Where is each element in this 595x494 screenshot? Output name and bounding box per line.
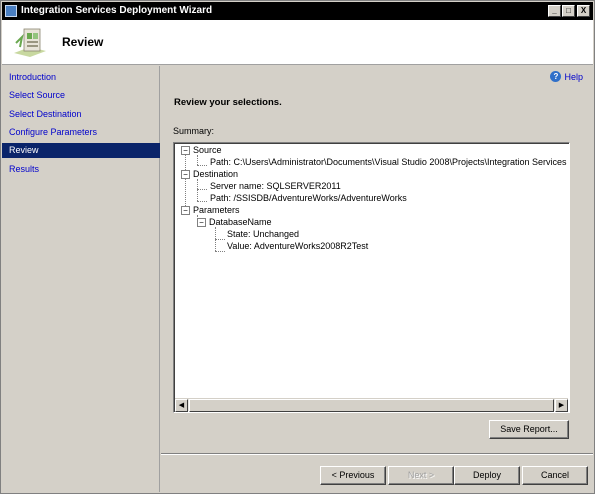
maximize-button[interactable]: □	[562, 5, 575, 17]
collapse-toggle-parameters[interactable]: −	[181, 206, 190, 215]
wizard-window: Integration Services Deployment Wizard _…	[0, 0, 595, 494]
sidebar-item-results[interactable]: Results	[2, 162, 160, 177]
tree-connector	[197, 155, 198, 165]
title-bar[interactable]: Integration Services Deployment Wizard _…	[2, 2, 593, 20]
horizontal-scrollbar[interactable]: ◀ ▶	[175, 398, 568, 412]
footer-divider	[161, 453, 593, 455]
tree-connector	[197, 201, 207, 202]
collapse-toggle-source[interactable]: −	[181, 146, 190, 155]
help-link[interactable]: ? Help	[550, 71, 583, 82]
app-icon	[5, 5, 17, 17]
help-label: Help	[564, 71, 583, 82]
sidebar-item-review[interactable]: Review	[2, 143, 160, 158]
tree-connector	[215, 239, 225, 240]
wizard-steps-sidebar: Introduction Select Source Select Destin…	[2, 66, 160, 492]
tree-connector	[185, 155, 186, 210]
previous-button[interactable]: < Previous	[320, 466, 386, 485]
close-button[interactable]: X	[577, 5, 590, 17]
save-report-button[interactable]: Save Report...	[489, 420, 569, 439]
review-heading: Review your selections.	[174, 97, 282, 108]
scroll-left-arrow-icon[interactable]: ◀	[175, 399, 188, 412]
collapse-toggle-database-name[interactable]: −	[197, 218, 206, 227]
tree-leaf-value[interactable]: Value: AdventureWorks2008R2Test	[227, 241, 368, 252]
sidebar-item-select-destination[interactable]: Select Destination	[2, 107, 160, 122]
tree-connector	[197, 165, 207, 166]
collapse-toggle-destination[interactable]: −	[181, 170, 190, 179]
summary-tree[interactable]: − Source Path: C:\Users\Administrator\Do…	[173, 142, 570, 413]
tree-leaf-destination-path[interactable]: Path: /SSISDB/AdventureWorks/AdventureWo…	[210, 193, 407, 204]
main-content: ? Help Review your selections. Summary: …	[161, 66, 593, 492]
tree-leaf-server-name[interactable]: Server name: SQLSERVER2011	[210, 181, 341, 192]
tree-node-parameters[interactable]: Parameters	[193, 205, 240, 216]
minimize-button[interactable]: _	[548, 5, 561, 17]
window-title: Integration Services Deployment Wizard	[21, 5, 213, 16]
sidebar-item-configure-parameters[interactable]: Configure Parameters	[2, 125, 160, 140]
tree-node-source[interactable]: Source	[193, 145, 222, 156]
tree-connector	[215, 251, 225, 252]
deploy-button[interactable]: Deploy	[454, 466, 520, 485]
page-title: Review	[62, 35, 104, 49]
scroll-right-arrow-icon[interactable]: ▶	[555, 399, 568, 412]
wizard-header: Review	[2, 20, 593, 65]
tree-leaf-state[interactable]: State: Unchanged	[227, 229, 299, 240]
help-icon: ?	[550, 71, 562, 82]
tree-connector	[197, 189, 207, 190]
tree-node-database-name[interactable]: DatabaseName	[209, 217, 272, 228]
tree-connector	[197, 179, 198, 201]
scroll-thumb[interactable]	[189, 399, 554, 412]
cancel-button[interactable]: Cancel	[522, 466, 588, 485]
sidebar-item-introduction[interactable]: Introduction	[2, 70, 160, 85]
tree-node-destination[interactable]: Destination	[193, 169, 238, 180]
wizard-page-icon	[14, 28, 46, 57]
sidebar-item-select-source[interactable]: Select Source	[2, 88, 160, 103]
summary-label: Summary:	[173, 126, 215, 136]
tree-leaf-source-path[interactable]: Path: C:\Users\Administrator\Documents\V…	[210, 157, 567, 168]
next-button[interactable]: Next >	[388, 466, 454, 485]
